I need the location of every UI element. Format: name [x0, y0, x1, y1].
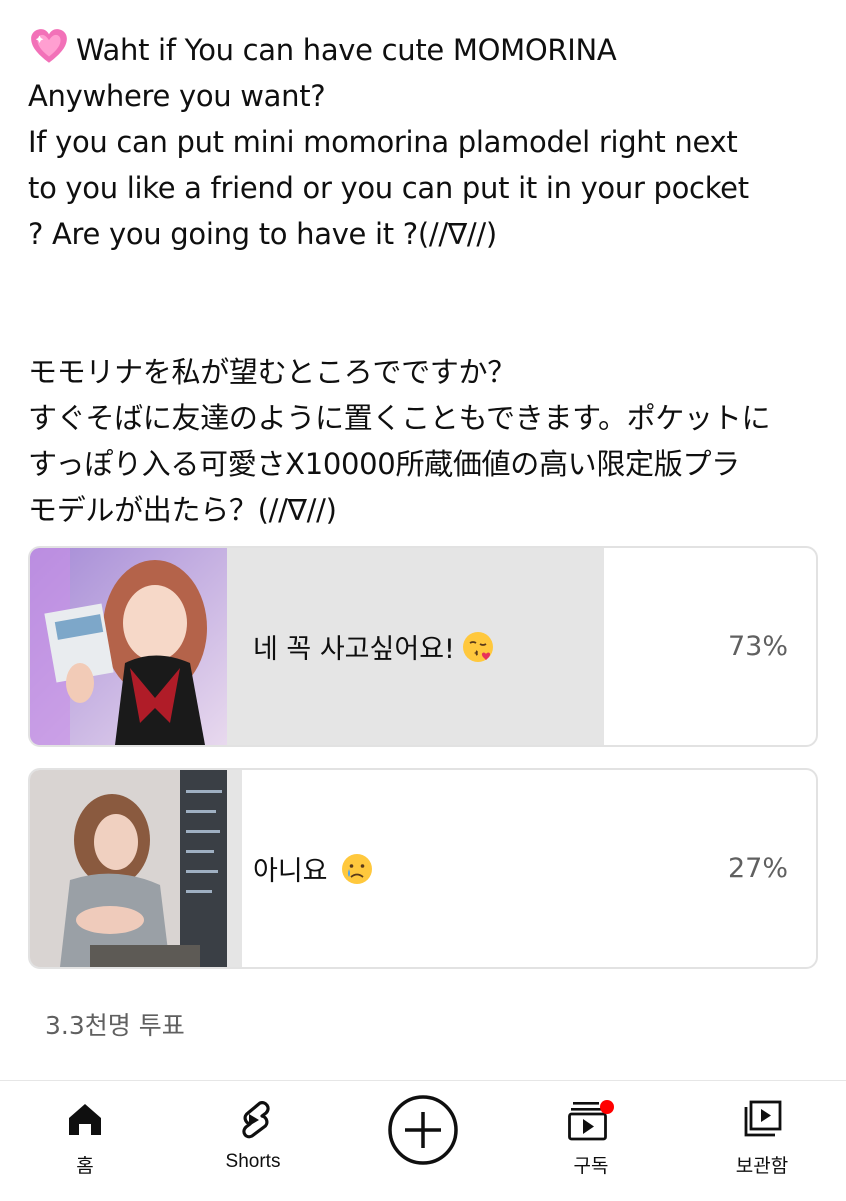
post-text-english: Waht if You can have cute MOMORINA Anywh… — [28, 26, 828, 349]
nav-label: 홈 — [76, 1156, 94, 1177]
post-line: すぐそばに友達のように置くこともできます。ポケットに — [28, 401, 771, 435]
post-line: If you can put mini momorina plamodel ri… — [28, 125, 738, 159]
poll-option-image — [30, 770, 227, 967]
post-line: すっぽり入る可愛さX10000所蔵価値の高い限定版プラ — [28, 447, 740, 481]
shorts-icon — [242, 1101, 270, 1139]
post-line: モデルが出たら？(//∇//) — [28, 493, 337, 527]
poll-option-label: 아니요 — [253, 770, 374, 967]
nav-label: 보관함 — [735, 1156, 789, 1177]
vote-count: 3.3천명 투표 — [45, 1011, 185, 1040]
poll-option-label: 네 꼭 사고싶어요! — [253, 548, 495, 745]
post-line: to you like a friend or you can put it i… — [28, 171, 749, 205]
poll-option-image — [30, 548, 227, 745]
post-line: Waht if You can have cute MOMORINA — [28, 26, 828, 73]
subscriptions-icon — [568, 1100, 614, 1141]
poll-option-no[interactable]: 아니요 27% — [28, 768, 818, 969]
bottom-navigation: 홈 Shorts 구독 보관함 — [0, 1080, 846, 1201]
post-line: モモリナを私が望むところでですか？ — [28, 355, 516, 389]
post-line: Anywhere you want? — [28, 79, 326, 113]
nav-label: Shorts — [225, 1151, 281, 1172]
library-icon — [744, 1100, 782, 1137]
post-body: Waht if You can have cute MOMORINA Anywh… — [28, 26, 828, 533]
nav-label: 구독 — [573, 1156, 609, 1177]
nav-subscriptions[interactable]: 구독 — [526, 1081, 656, 1201]
home-icon — [69, 1104, 101, 1135]
nav-home[interactable]: 홈 — [20, 1081, 150, 1201]
poll-option-yes[interactable]: 네 꼭 사고싶어요! 73% — [28, 546, 818, 747]
kissing-face-heart-emoji — [462, 631, 493, 662]
poll-option-percent: 27% — [727, 853, 788, 884]
poll-option-percent: 73% — [727, 631, 788, 662]
nav-shorts[interactable]: Shorts — [188, 1081, 318, 1201]
sparkling-heart-icon — [31, 29, 67, 63]
nav-library[interactable]: 보관함 — [697, 1081, 827, 1201]
post-text-japanese: モモリナを私が望むところでですか？ すぐそばに友達のように置くこともできます。ポ… — [28, 349, 828, 533]
notification-dot — [600, 1100, 614, 1114]
create-button[interactable] — [387, 1094, 459, 1166]
post-line: ? Are you going to have it ?(//∇//) — [28, 217, 497, 251]
crying-face-emoji — [341, 853, 372, 884]
